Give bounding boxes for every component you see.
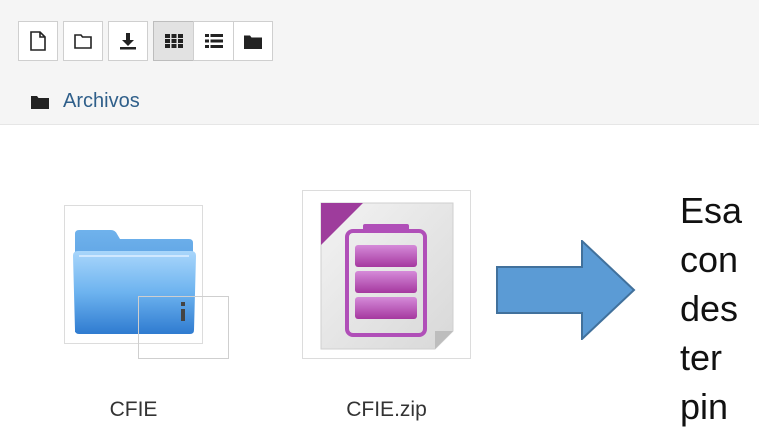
annotation-line: ter bbox=[680, 337, 723, 378]
annotation-line: pin bbox=[680, 386, 729, 427]
annotation-text: Esa con des ter pin bbox=[680, 186, 742, 431]
annotation-line: des bbox=[680, 288, 739, 329]
zip-archive-icon bbox=[320, 202, 454, 350]
annotation-line: Esa bbox=[680, 190, 743, 231]
grid-view-icon bbox=[164, 34, 183, 48]
right-arrow-icon bbox=[496, 240, 636, 340]
toolbar-button-row bbox=[18, 21, 273, 61]
zip-thumbnail bbox=[302, 190, 471, 359]
new-file-button[interactable] bbox=[18, 21, 58, 61]
new-folder-button[interactable] bbox=[63, 21, 103, 61]
breadcrumb-archivos-link[interactable]: Archivos bbox=[63, 90, 140, 113]
new-folder-icon bbox=[74, 34, 92, 49]
info-icon bbox=[181, 302, 185, 321]
annotation-line: con bbox=[680, 239, 739, 280]
tree-view-button[interactable] bbox=[233, 21, 273, 61]
download-icon bbox=[120, 33, 136, 50]
list-view-button[interactable] bbox=[193, 21, 233, 61]
list-view-icon bbox=[204, 34, 223, 48]
file-manager-toolbar: Archivos bbox=[0, 0, 759, 125]
file-name-label[interactable]: CFIE bbox=[64, 398, 203, 422]
folder-icon bbox=[31, 95, 49, 109]
file-manager-page: Archivos CFIE CFIE.zip Esa con des ter p… bbox=[0, 0, 759, 448]
info-hover-box bbox=[138, 296, 229, 359]
grid-view-button[interactable] bbox=[153, 21, 193, 61]
file-name-label[interactable]: CFIE.zip bbox=[302, 398, 471, 422]
new-file-icon bbox=[30, 31, 46, 51]
tree-view-icon bbox=[244, 35, 262, 49]
breadcrumb: Archivos bbox=[31, 90, 140, 113]
download-button[interactable] bbox=[108, 21, 148, 61]
